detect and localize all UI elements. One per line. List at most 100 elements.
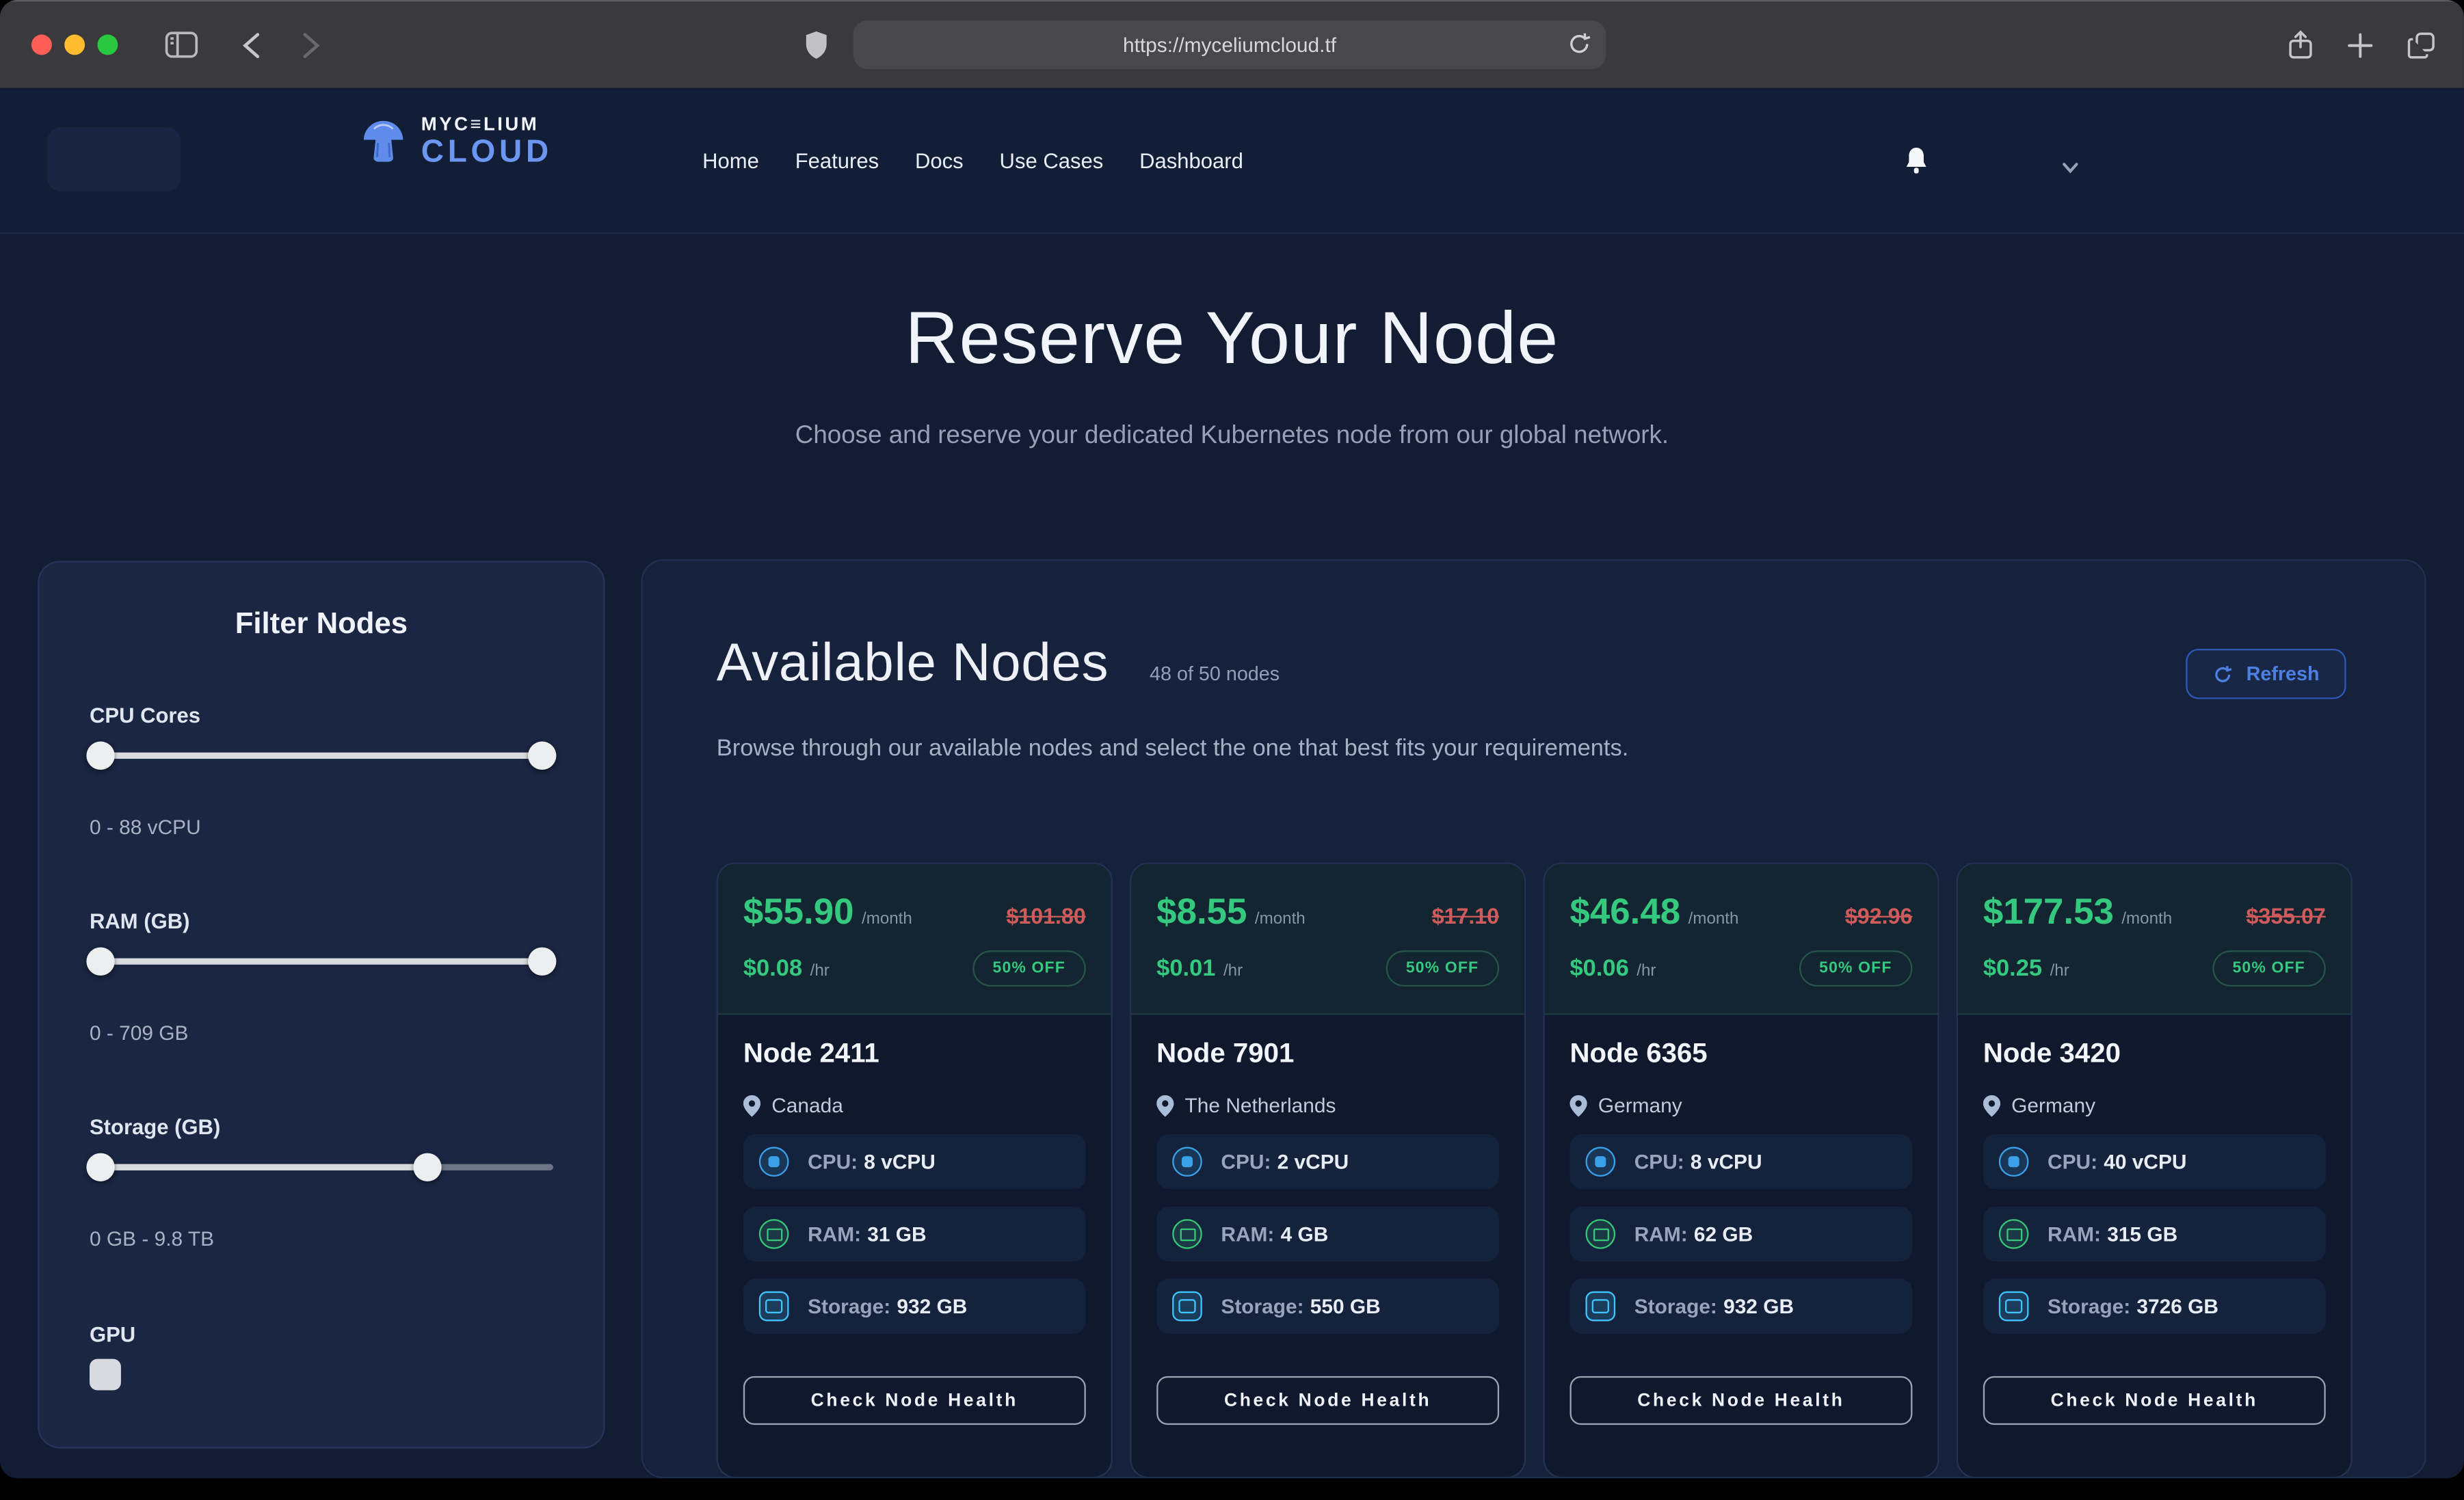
cpu-cores-slider[interactable] [90,742,553,770]
node-card: $46.48/month $92.96 $0.06/hr 50% OFF Nod… [1543,862,1939,1478]
nav-link-home[interactable]: Home [702,148,759,172]
filter-group-gpu: GPU [90,1323,553,1391]
ram-spec-value: 4 GB [1281,1222,1329,1245]
spec-row-ram: RAM: 4 GB [1156,1207,1499,1261]
node-card: $55.90/month $101.80 $0.08/hr 50% OFF No… [717,862,1113,1478]
filter-panel: Filter Nodes CPU Cores 0 - 88 vCPU RAM (… [38,561,605,1448]
gpu-checkbox[interactable] [90,1359,121,1391]
filter-group-storage: Storage (GB) 0 GB - 9.8 TB [90,1115,553,1250]
url-text: https://myceliumcloud.tf [1123,33,1336,56]
check-node-health-button[interactable]: Check Node Health [1570,1376,1913,1425]
nav-link-dashboard[interactable]: Dashboard [1139,148,1243,172]
share-icon[interactable] [2288,1,2314,88]
cpu-icon [1172,1147,1202,1177]
price-hourly: $0.01 [1156,954,1215,981]
address-bar[interactable]: https://myceliumcloud.tf [853,21,1606,69]
nav-link-features[interactable]: Features [795,148,879,172]
notification-bell-icon[interactable] [1903,146,1930,184]
storage-icon [1172,1291,1202,1322]
storage-spec-value: 932 GB [897,1294,967,1317]
available-nodes-panel: Available Nodes 48 of 50 nodes Refresh B… [641,559,2426,1478]
tab-overview-icon[interactable] [2407,1,2435,88]
cpu-spec-label: CPU: [808,1149,858,1173]
refresh-button[interactable]: Refresh [2186,649,2346,699]
price-hourly: $0.25 [1983,954,2042,981]
cpu-spec-label: CPU: [2048,1149,2097,1173]
ram-slider-handle-min[interactable] [86,948,114,976]
nav-links: Home Features Docs Use Cases Dashboard [702,88,1243,232]
node-name: Node 6365 [1570,1037,1913,1070]
storage-spec-label: Storage: [2048,1294,2130,1317]
card-pricing: $8.55/month $17.10 $0.01/hr 50% OFF [1131,864,1524,1015]
price-monthly: $8.55 [1156,891,1247,932]
storage-icon [1999,1291,2029,1322]
cpu-spec-value: 2 vCPU [1277,1149,1349,1173]
per-month-label: /month [1255,909,1306,928]
card-body: Node 2411 Canada CPU:8 vCPU RAM:31 GB [718,1015,1111,1425]
per-hour-label: /hr [1637,961,1656,980]
chevron-down-icon[interactable] [2062,154,2079,182]
forward-icon[interactable] [302,1,321,88]
node-location: Canada [771,1093,843,1116]
back-icon[interactable] [242,1,261,88]
check-node-health-button[interactable]: Check Node Health [1983,1376,2326,1425]
ram-slider[interactable] [90,948,553,976]
storage-slider-handle-max[interactable] [413,1153,441,1181]
card-body: Node 7901 The Netherlands CPU:2 vCPU RAM… [1131,1015,1524,1425]
cpu-spec-value: 8 vCPU [864,1149,936,1173]
sidebar-toggle-icon[interactable] [165,1,198,88]
cpu-slider-handle-max[interactable] [528,742,556,770]
mushroom-logo-icon [358,116,409,167]
storage-spec-value: 3726 GB [2136,1294,2218,1317]
ram-icon [759,1219,789,1249]
page-subtitle: Choose and reserve your dedicated Kubern… [0,423,2464,451]
brand-logo[interactable]: MYC≡LIUM CLOUD [358,115,553,168]
ram-spec-value: 315 GB [2107,1222,2177,1245]
filter-group-ram: RAM (GB) 0 - 709 GB [90,909,553,1045]
per-hour-label: /hr [810,961,830,980]
price-hourly: $0.08 [743,954,802,981]
ram-label: RAM (GB) [90,909,553,933]
node-name: Node 7901 [1156,1037,1499,1070]
refresh-icon [2213,664,2234,684]
storage-spec-label: Storage: [1634,1294,1717,1317]
slider-fill [90,753,553,759]
window-controls [31,35,118,55]
ram-icon [1999,1219,2029,1249]
hero-section: Reserve Your Node Choose and reserve you… [0,234,2464,451]
screen: https://myceliumcloud.tf [0,0,2464,1500]
check-node-health-button[interactable]: Check Node Health [1156,1376,1499,1425]
nav-link-docs[interactable]: Docs [915,148,964,172]
ram-spec-label: RAM: [1221,1222,1274,1245]
check-node-health-button[interactable]: Check Node Health [743,1376,1086,1425]
spec-row-cpu: CPU:40 vCPU [1983,1134,2326,1189]
ram-spec-value: 31 GB [867,1222,926,1245]
nav-link-use-cases[interactable]: Use Cases [1000,148,1104,172]
shield-icon[interactable] [804,1,827,88]
storage-slider[interactable] [90,1153,553,1181]
browser-toolbar: https://myceliumcloud.tf [0,0,2464,88]
per-month-label: /month [862,909,912,928]
spec-row-ram: RAM:62 GB [1570,1207,1913,1261]
per-hour-label: /hr [1223,961,1243,980]
location-pin-icon [1156,1094,1174,1116]
reload-icon[interactable] [1567,31,1592,57]
cpu-spec-value: 8 vCPU [1691,1149,1762,1173]
panel-header: Available Nodes 48 of 50 nodes Refresh [643,561,2425,694]
minimize-window-button[interactable] [64,35,85,55]
close-window-button[interactable] [31,35,52,55]
price-monthly: $46.48 [1570,891,1681,932]
discount-badge: 50% OFF [2212,950,2326,987]
price-original: $92.96 [1845,903,1912,928]
node-location: The Netherlands [1185,1093,1336,1116]
navbar-placeholder-box [47,127,181,191]
cpu-spec-label: CPU: [1221,1149,1271,1173]
card-body: Node 6365 Germany CPU:8 vCPU RAM:62 GB [1545,1015,1937,1425]
ram-slider-handle-max[interactable] [528,948,556,976]
storage-slider-handle-min[interactable] [86,1153,114,1181]
zoom-window-button[interactable] [97,35,118,55]
cpu-slider-handle-min[interactable] [86,742,114,770]
section-subtitle: Browse through our available nodes and s… [643,735,2425,762]
cpu-cores-label: CPU Cores [90,704,553,727]
new-tab-icon[interactable] [2348,1,2373,88]
